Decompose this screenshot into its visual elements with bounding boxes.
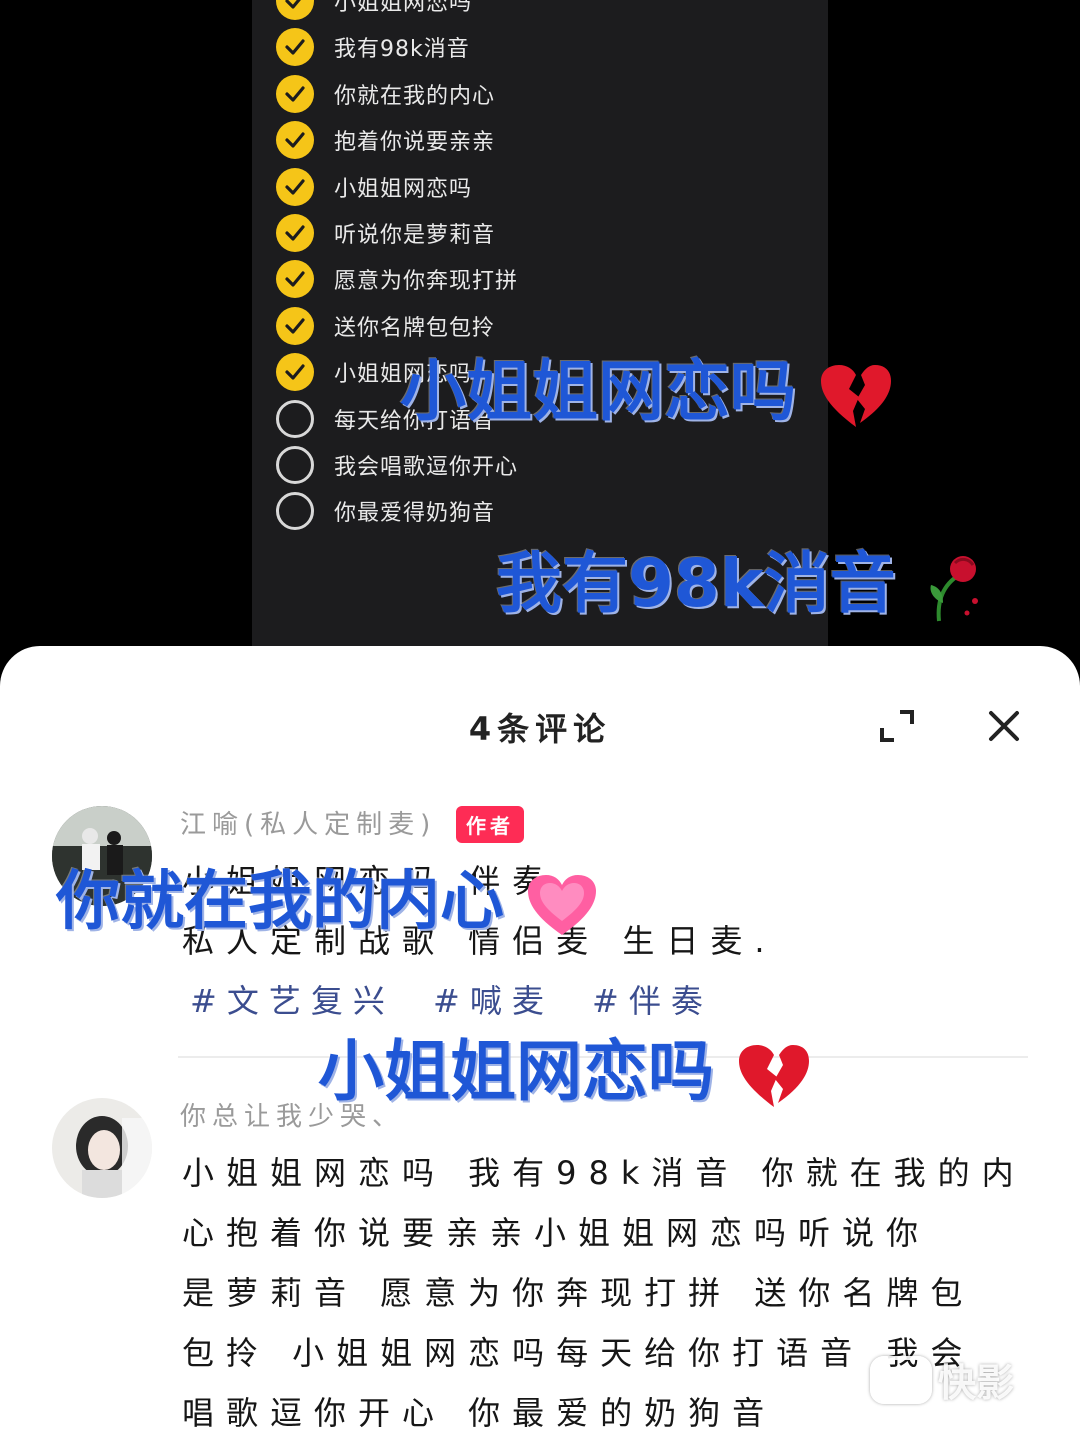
checklist-item[interactable]: 抱着你说要亲亲 <box>276 117 495 163</box>
checklist-item[interactable]: 你就在我的内心 <box>276 71 495 117</box>
comment-text-line: 唱歌逗你开心 你最爱的奶狗音 <box>182 1394 777 1432</box>
comment-text-line: 心抱着你说要亲亲小姐姐网恋吗听说你 <box>182 1214 931 1252</box>
checkmark-icon[interactable] <box>276 167 314 206</box>
checkmark-icon[interactable] <box>276 353 314 392</box>
checkmark-icon[interactable] <box>276 214 314 252</box>
empty-circle-icon[interactable] <box>276 492 314 531</box>
checklist-item-label: 送你名牌包包拎 <box>334 315 496 341</box>
checklist-item[interactable]: 听说你是萝莉音 <box>276 210 495 256</box>
broken-heart-icon <box>820 364 891 427</box>
empty-circle-icon[interactable] <box>276 399 314 438</box>
comment-text-line: 包拎 小姐姐网恋吗每天给你打语音 我会 <box>182 1334 975 1372</box>
checklist-item[interactable]: 你最爱得奶狗音 <box>276 488 495 534</box>
expand-icon[interactable] <box>878 708 916 744</box>
hashtag-link[interactable]: #文艺复兴 <box>190 982 395 1020</box>
checklist-item[interactable]: 我会唱歌逗你开心 <box>276 442 518 488</box>
checklist-item-label: 愿意为你奔现打拼 <box>334 269 519 295</box>
checklist-item[interactable]: 小姐姐网恋吗 <box>276 0 472 24</box>
caption-overlay: 小姐姐网恋吗 <box>318 1018 811 1114</box>
checkmark-icon[interactable] <box>276 74 314 113</box>
checkmark-icon[interactable] <box>276 260 314 299</box>
broken-heart-icon <box>738 1044 809 1107</box>
comment-author-name[interactable]: 江喻(私人定制麦) <box>180 804 436 841</box>
close-icon[interactable] <box>986 708 1022 744</box>
avatar[interactable] <box>52 1098 152 1198</box>
checklist-item-label: 小姐姐网恋吗 <box>334 0 473 16</box>
comment-text-line: 是萝莉音 愿意为你奔现打拼 送你名牌包 <box>182 1274 975 1312</box>
author-badge: 作者 <box>456 806 524 843</box>
hashtag-link[interactable]: #喊麦 <box>433 982 554 1020</box>
comments-title: 4条评论 <box>468 710 612 748</box>
wilted-rose-icon <box>930 555 978 622</box>
checklist-item[interactable]: 小姐姐网恋吗 <box>276 164 472 210</box>
checkmark-icon[interactable] <box>276 121 314 160</box>
checklist-item-label: 我会唱歌逗你开心 <box>334 455 519 480</box>
caption-overlay: 小姐姐网恋吗 <box>400 338 893 434</box>
checklist-item-label: 抱着你说要亲亲 <box>334 130 496 156</box>
hashtag-link[interactable]: #伴奏 <box>592 982 713 1020</box>
kuaiying-watermark: 快影 <box>870 1352 1014 1407</box>
hashtag-list: #文艺复兴 #喊麦 #伴奏 <box>190 976 731 1022</box>
checkmark-icon[interactable] <box>276 306 314 345</box>
kuaiying-logo-icon <box>870 1355 932 1404</box>
checkmark-icon[interactable] <box>276 28 314 67</box>
caption-text: 小姐姐网恋吗 <box>318 1033 714 1110</box>
caption-overlay: 你就在我的内心 <box>56 850 598 942</box>
comment-text-line: 小姐姐网恋吗 我有98k消音 你就在我的内 <box>182 1154 1026 1192</box>
checklist-item-label: 你最爱得奶狗音 <box>334 501 496 527</box>
caption-text: 小姐姐网恋吗 <box>400 353 796 430</box>
watermark-label: 快影 <box>938 1361 1015 1405</box>
growing-heart-icon <box>528 875 597 936</box>
empty-circle-icon[interactable] <box>276 446 314 484</box>
checklist-item[interactable]: 愿意为你奔现打拼 <box>276 256 518 302</box>
checklist-item-label: 小姐姐网恋吗 <box>334 176 473 202</box>
caption-text: 我有98k消音 <box>496 545 896 622</box>
checklist-item-label: 我有98k消音 <box>334 37 470 63</box>
checklist-item-label: 你就在我的内心 <box>334 83 496 109</box>
caption-overlay: 我有98k消音 <box>496 530 983 626</box>
checklist-item[interactable]: 我有98k消音 <box>276 24 470 70</box>
caption-text: 你就在我的内心 <box>56 865 504 939</box>
checkmark-icon[interactable] <box>276 0 314 20</box>
checklist-item-label: 听说你是萝莉音 <box>334 223 496 248</box>
